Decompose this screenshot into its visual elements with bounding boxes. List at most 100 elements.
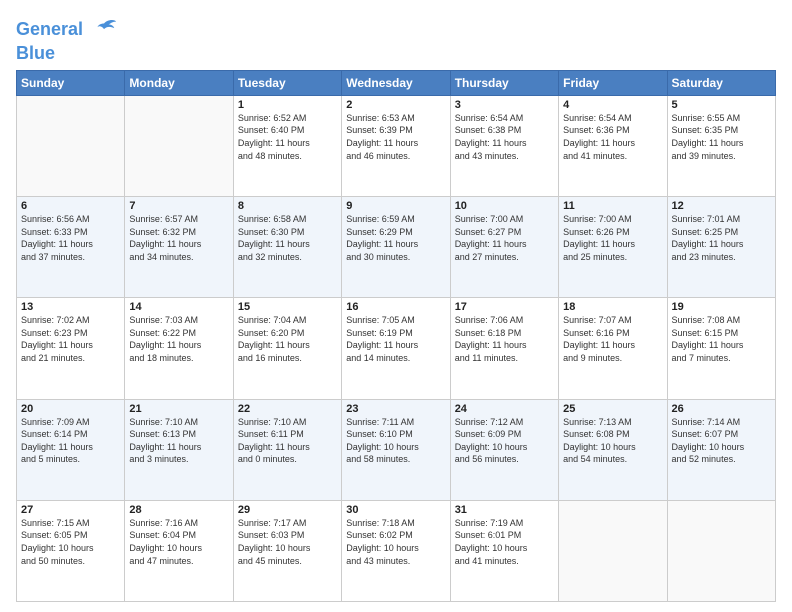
calendar-cell: 7Sunrise: 6:57 AM Sunset: 6:32 PM Daylig… [125,197,233,298]
calendar-cell: 9Sunrise: 6:59 AM Sunset: 6:29 PM Daylig… [342,197,450,298]
day-number: 26 [672,403,771,415]
day-info: Sunrise: 7:00 AM Sunset: 6:27 PM Dayligh… [455,213,554,263]
calendar-cell: 14Sunrise: 7:03 AM Sunset: 6:22 PM Dayli… [125,298,233,399]
weekday-header-saturday: Saturday [667,70,775,95]
day-number: 17 [455,301,554,313]
calendar-cell: 31Sunrise: 7:19 AM Sunset: 6:01 PM Dayli… [450,500,558,601]
day-number: 19 [672,301,771,313]
day-number: 8 [238,200,337,212]
day-number: 23 [346,403,445,415]
calendar-cell: 24Sunrise: 7:12 AM Sunset: 6:09 PM Dayli… [450,399,558,500]
day-info: Sunrise: 6:52 AM Sunset: 6:40 PM Dayligh… [238,112,337,162]
day-info: Sunrise: 7:01 AM Sunset: 6:25 PM Dayligh… [672,213,771,263]
calendar-cell: 6Sunrise: 6:56 AM Sunset: 6:33 PM Daylig… [17,197,125,298]
day-info: Sunrise: 7:18 AM Sunset: 6:02 PM Dayligh… [346,517,445,567]
day-number: 22 [238,403,337,415]
logo-general: General [16,19,83,39]
calendar-cell [17,95,125,196]
day-info: Sunrise: 7:17 AM Sunset: 6:03 PM Dayligh… [238,517,337,567]
calendar-cell: 11Sunrise: 7:00 AM Sunset: 6:26 PM Dayli… [559,197,667,298]
weekday-header-sunday: Sunday [17,70,125,95]
weekday-header-friday: Friday [559,70,667,95]
day-number: 9 [346,200,445,212]
day-number: 6 [21,200,120,212]
day-number: 31 [455,504,554,516]
day-number: 18 [563,301,662,313]
calendar-cell: 27Sunrise: 7:15 AM Sunset: 6:05 PM Dayli… [17,500,125,601]
day-info: Sunrise: 7:02 AM Sunset: 6:23 PM Dayligh… [21,314,120,364]
weekday-header-thursday: Thursday [450,70,558,95]
calendar-cell: 4Sunrise: 6:54 AM Sunset: 6:36 PM Daylig… [559,95,667,196]
day-number: 5 [672,99,771,111]
day-number: 3 [455,99,554,111]
calendar-cell: 23Sunrise: 7:11 AM Sunset: 6:10 PM Dayli… [342,399,450,500]
day-info: Sunrise: 7:03 AM Sunset: 6:22 PM Dayligh… [129,314,228,364]
calendar-cell: 2Sunrise: 6:53 AM Sunset: 6:39 PM Daylig… [342,95,450,196]
day-number: 2 [346,99,445,111]
weekday-header-monday: Monday [125,70,233,95]
day-info: Sunrise: 7:04 AM Sunset: 6:20 PM Dayligh… [238,314,337,364]
calendar-cell: 17Sunrise: 7:06 AM Sunset: 6:18 PM Dayli… [450,298,558,399]
day-info: Sunrise: 7:05 AM Sunset: 6:19 PM Dayligh… [346,314,445,364]
calendar-cell: 29Sunrise: 7:17 AM Sunset: 6:03 PM Dayli… [233,500,341,601]
day-number: 4 [563,99,662,111]
calendar-cell: 5Sunrise: 6:55 AM Sunset: 6:35 PM Daylig… [667,95,775,196]
day-info: Sunrise: 6:54 AM Sunset: 6:36 PM Dayligh… [563,112,662,162]
day-number: 25 [563,403,662,415]
day-info: Sunrise: 6:57 AM Sunset: 6:32 PM Dayligh… [129,213,228,263]
calendar-cell [125,95,233,196]
day-number: 13 [21,301,120,313]
day-info: Sunrise: 7:10 AM Sunset: 6:11 PM Dayligh… [238,416,337,466]
calendar-cell: 22Sunrise: 7:10 AM Sunset: 6:11 PM Dayli… [233,399,341,500]
calendar-cell: 12Sunrise: 7:01 AM Sunset: 6:25 PM Dayli… [667,197,775,298]
day-number: 15 [238,301,337,313]
day-number: 30 [346,504,445,516]
calendar-cell: 3Sunrise: 6:54 AM Sunset: 6:38 PM Daylig… [450,95,558,196]
day-info: Sunrise: 6:55 AM Sunset: 6:35 PM Dayligh… [672,112,771,162]
day-info: Sunrise: 7:16 AM Sunset: 6:04 PM Dayligh… [129,517,228,567]
weekday-header-tuesday: Tuesday [233,70,341,95]
logo-blue: Blue [16,44,118,64]
day-number: 21 [129,403,228,415]
week-row-1: 1Sunrise: 6:52 AM Sunset: 6:40 PM Daylig… [17,95,776,196]
logo: General Blue [16,16,118,64]
calendar-cell: 26Sunrise: 7:14 AM Sunset: 6:07 PM Dayli… [667,399,775,500]
calendar-cell: 1Sunrise: 6:52 AM Sunset: 6:40 PM Daylig… [233,95,341,196]
day-info: Sunrise: 6:54 AM Sunset: 6:38 PM Dayligh… [455,112,554,162]
calendar-cell: 20Sunrise: 7:09 AM Sunset: 6:14 PM Dayli… [17,399,125,500]
weekday-header-wednesday: Wednesday [342,70,450,95]
calendar-cell: 13Sunrise: 7:02 AM Sunset: 6:23 PM Dayli… [17,298,125,399]
calendar-cell: 18Sunrise: 7:07 AM Sunset: 6:16 PM Dayli… [559,298,667,399]
week-row-5: 27Sunrise: 7:15 AM Sunset: 6:05 PM Dayli… [17,500,776,601]
calendar-cell: 25Sunrise: 7:13 AM Sunset: 6:08 PM Dayli… [559,399,667,500]
calendar-cell: 16Sunrise: 7:05 AM Sunset: 6:19 PM Dayli… [342,298,450,399]
day-number: 10 [455,200,554,212]
week-row-3: 13Sunrise: 7:02 AM Sunset: 6:23 PM Dayli… [17,298,776,399]
day-info: Sunrise: 7:12 AM Sunset: 6:09 PM Dayligh… [455,416,554,466]
day-number: 27 [21,504,120,516]
day-info: Sunrise: 6:59 AM Sunset: 6:29 PM Dayligh… [346,213,445,263]
day-info: Sunrise: 7:09 AM Sunset: 6:14 PM Dayligh… [21,416,120,466]
week-row-4: 20Sunrise: 7:09 AM Sunset: 6:14 PM Dayli… [17,399,776,500]
day-info: Sunrise: 7:13 AM Sunset: 6:08 PM Dayligh… [563,416,662,466]
day-number: 28 [129,504,228,516]
calendar-cell: 8Sunrise: 6:58 AM Sunset: 6:30 PM Daylig… [233,197,341,298]
day-number: 24 [455,403,554,415]
calendar-cell: 30Sunrise: 7:18 AM Sunset: 6:02 PM Dayli… [342,500,450,601]
day-number: 11 [563,200,662,212]
day-number: 29 [238,504,337,516]
day-number: 12 [672,200,771,212]
week-row-2: 6Sunrise: 6:56 AM Sunset: 6:33 PM Daylig… [17,197,776,298]
day-info: Sunrise: 7:10 AM Sunset: 6:13 PM Dayligh… [129,416,228,466]
day-info: Sunrise: 6:58 AM Sunset: 6:30 PM Dayligh… [238,213,337,263]
calendar-cell: 10Sunrise: 7:00 AM Sunset: 6:27 PM Dayli… [450,197,558,298]
day-info: Sunrise: 7:11 AM Sunset: 6:10 PM Dayligh… [346,416,445,466]
day-info: Sunrise: 7:15 AM Sunset: 6:05 PM Dayligh… [21,517,120,567]
calendar-cell: 15Sunrise: 7:04 AM Sunset: 6:20 PM Dayli… [233,298,341,399]
calendar-cell [559,500,667,601]
day-info: Sunrise: 7:07 AM Sunset: 6:16 PM Dayligh… [563,314,662,364]
logo-bird-icon [90,16,118,44]
weekday-row: SundayMondayTuesdayWednesdayThursdayFrid… [17,70,776,95]
day-number: 7 [129,200,228,212]
calendar-body: 1Sunrise: 6:52 AM Sunset: 6:40 PM Daylig… [17,95,776,601]
